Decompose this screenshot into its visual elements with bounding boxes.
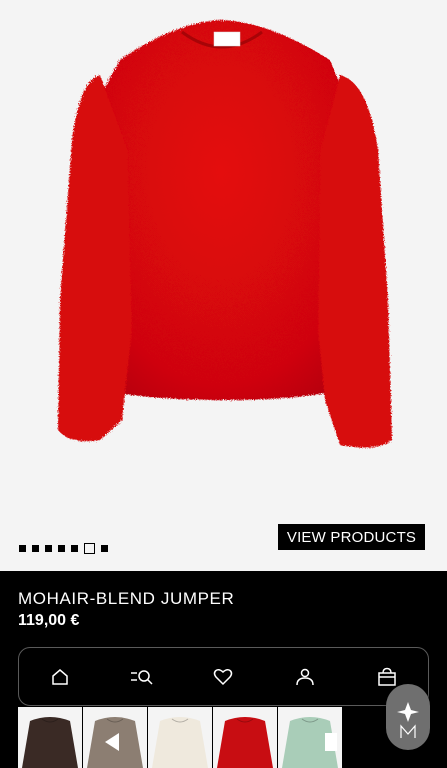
- carousel-indicator: [19, 543, 108, 554]
- carousel-next-arrow[interactable]: [325, 731, 339, 758]
- related-products-strip: [18, 707, 344, 768]
- carousel-dot[interactable]: [19, 545, 26, 552]
- product-thumbnail[interactable]: [148, 707, 212, 768]
- carousel-dot[interactable]: [84, 543, 95, 554]
- carousel-dot[interactable]: [101, 545, 108, 552]
- carousel-dot[interactable]: [58, 545, 65, 552]
- carousel-prev-arrow[interactable]: [103, 731, 121, 758]
- carousel-dot[interactable]: [71, 545, 78, 552]
- carousel-dot[interactable]: [32, 545, 39, 552]
- product-thumbnail[interactable]: [18, 707, 82, 768]
- home-icon[interactable]: [40, 657, 80, 697]
- product-thumbnail[interactable]: [213, 707, 277, 768]
- product-info: MOHAIR-BLEND JUMPER 119,00 €: [18, 589, 234, 632]
- carousel-dot[interactable]: [45, 545, 52, 552]
- product-hero-image[interactable]: [0, 0, 447, 571]
- brand-logo-icon: [397, 702, 419, 738]
- assistant-button[interactable]: [386, 684, 430, 750]
- heart-icon[interactable]: [203, 657, 243, 697]
- search-list-icon[interactable]: [122, 657, 162, 697]
- product-title: MOHAIR-BLEND JUMPER: [18, 589, 235, 608]
- product-price: 119,00 €: [18, 612, 80, 629]
- user-icon[interactable]: [285, 657, 325, 697]
- jumper-illustration: [58, 20, 392, 448]
- bottom-navigation: [18, 647, 429, 706]
- view-products-button[interactable]: VIEW PRODUCTS: [278, 524, 425, 550]
